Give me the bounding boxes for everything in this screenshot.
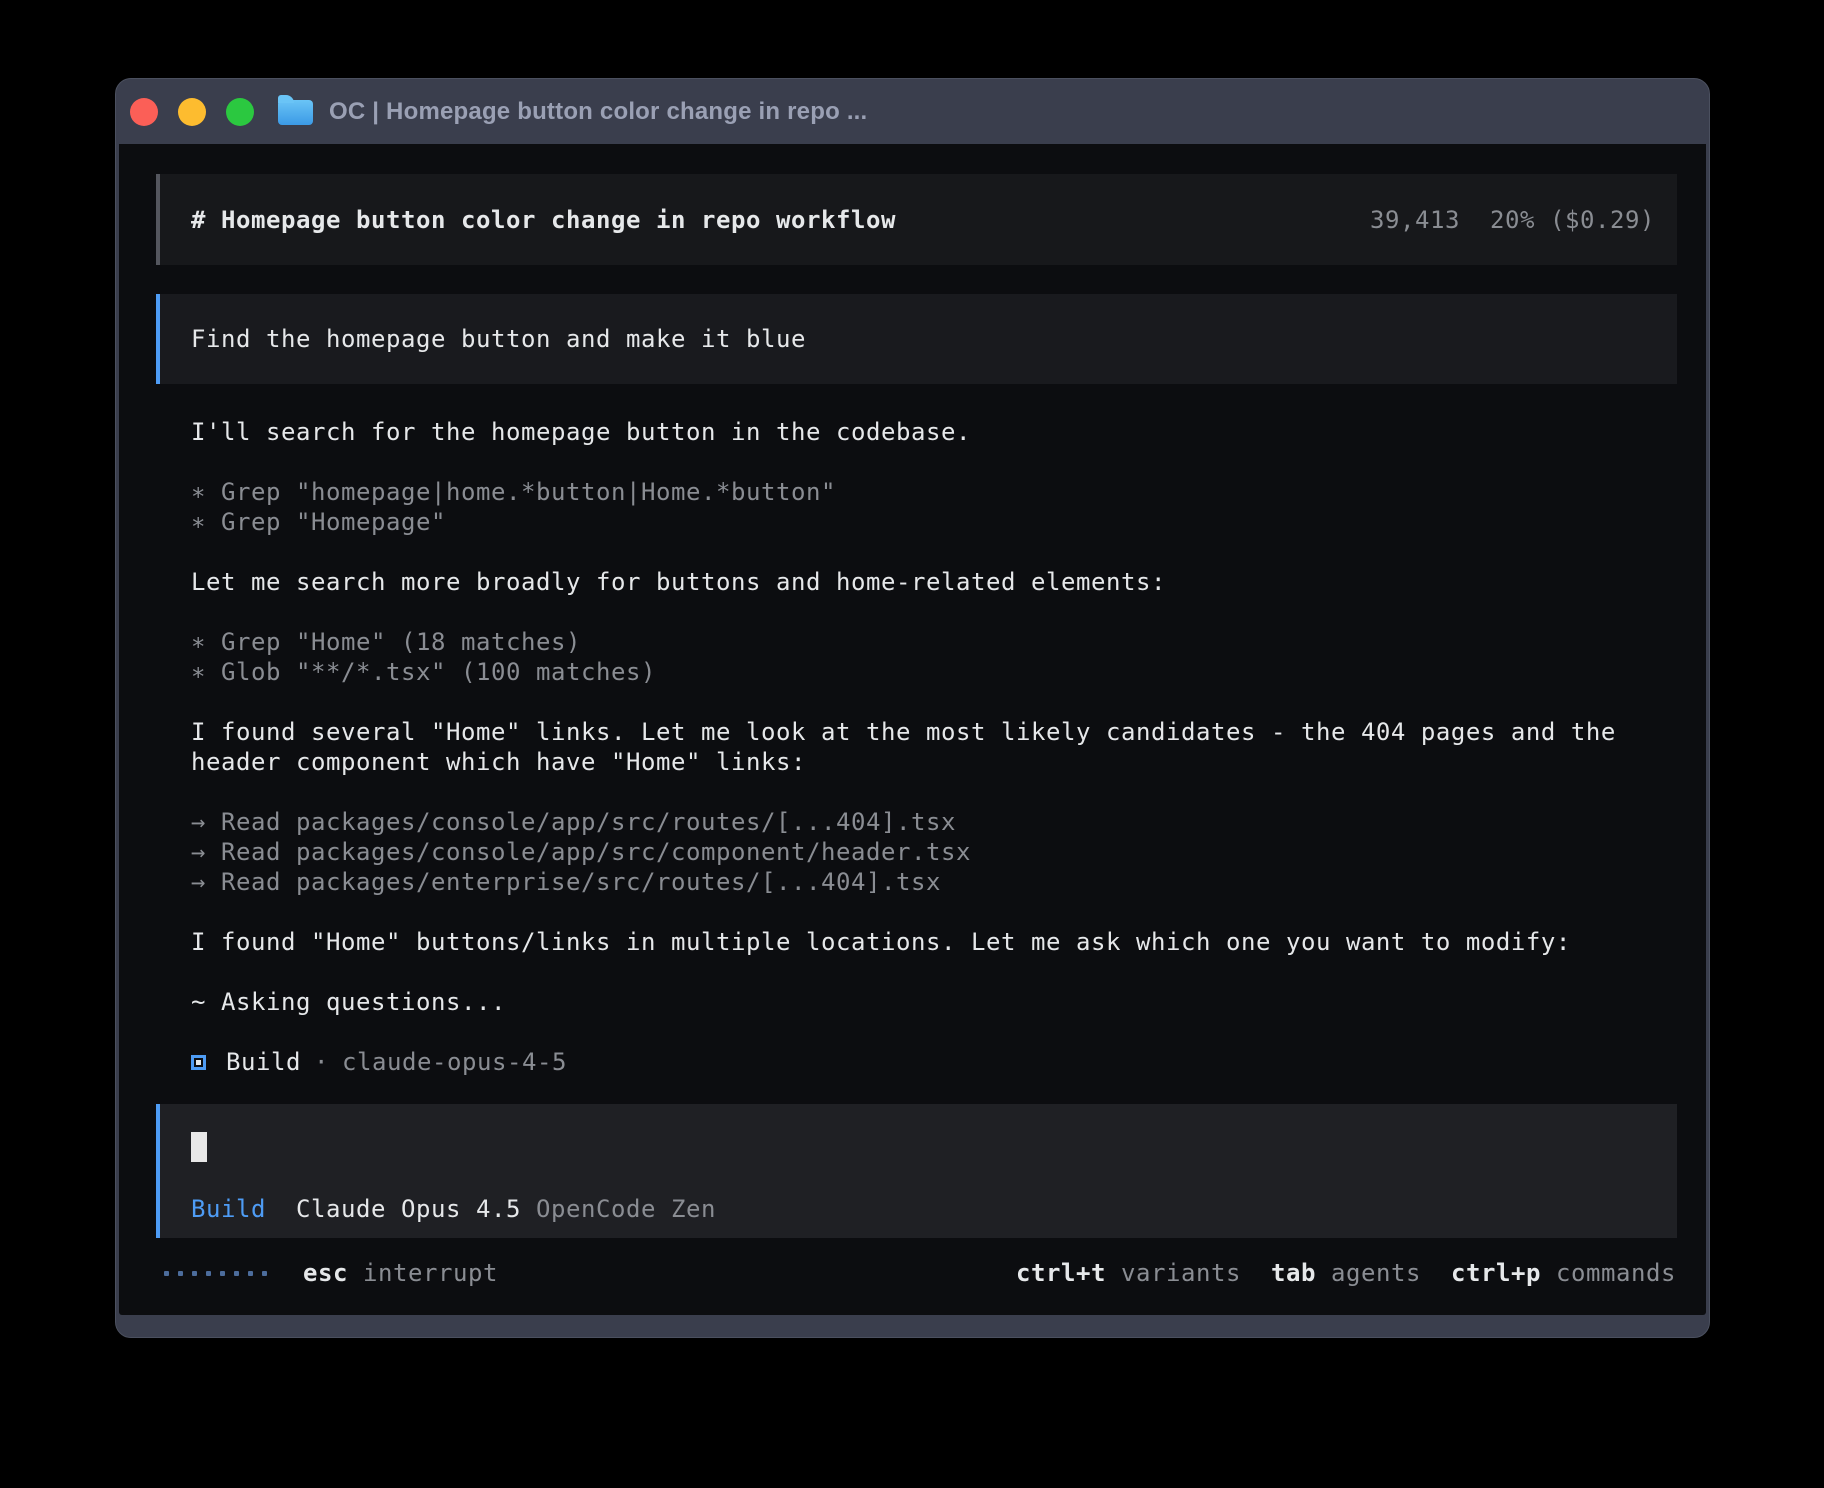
spinner-dot (262, 1271, 267, 1276)
shortcut-agents: tab agents (1271, 1259, 1421, 1287)
assistant-message-line: I'll search for the homepage button in t… (191, 417, 1616, 447)
interrupt-label: interrupt (363, 1259, 498, 1287)
shortcut-interrupt: esc interrupt (303, 1259, 498, 1287)
tool-call-read: → Read packages/console/app/src/componen… (191, 837, 1616, 867)
active-model-label[interactable]: Claude Opus 4.5 (296, 1194, 521, 1224)
prompt-input[interactable]: Build Claude Opus 4.5 OpenCode Zen (156, 1104, 1677, 1238)
blank-line (191, 957, 1616, 987)
close-window-button[interactable] (130, 98, 158, 126)
context-cost: 20% ($0.29) (1490, 206, 1655, 234)
agent-name: Build (226, 1048, 301, 1076)
blank-line (191, 1017, 1616, 1047)
window-title: OC | Homepage button color change in rep… (329, 98, 867, 126)
tool-call-read: → Read packages/console/app/src/routes/[… (191, 807, 1616, 837)
tool-call-glob: ∗ Glob "**/*.tsx" (100 matches) (191, 657, 1616, 687)
blank-line (191, 777, 1616, 807)
session-title: # Homepage button color change in repo w… (191, 206, 896, 234)
fullscreen-window-button[interactable] (226, 98, 254, 126)
key-hint: ctrl+t (1016, 1259, 1106, 1287)
session-stats: 39,413 20% ($0.29) (1370, 206, 1655, 234)
blank-line (191, 597, 1616, 627)
blank-line (191, 897, 1616, 927)
input-model-row: Build Claude Opus 4.5 OpenCode Zen (191, 1194, 716, 1224)
shortcut-commands: ctrl+p commands (1451, 1259, 1676, 1287)
agent-separator: · (314, 1048, 329, 1076)
chat-transcript: I'll search for the homepage button in t… (191, 417, 1616, 1077)
blank-line (191, 537, 1616, 567)
terminal-content: # Homepage button color change in repo w… (119, 144, 1706, 1315)
tool-call-read: → Read packages/enterprise/src/routes/[.… (191, 867, 1616, 897)
spinner-dot (206, 1271, 211, 1276)
window-titlebar[interactable]: OC | Homepage button color change in rep… (116, 79, 1709, 144)
working-spinner-dots (164, 1271, 267, 1276)
text-cursor (191, 1132, 207, 1162)
active-agent-label[interactable]: Build (191, 1194, 266, 1224)
spinner-dot (192, 1271, 197, 1276)
tool-call-grep: ∗ Grep "Homepage" (191, 507, 1616, 537)
token-count: 39,413 (1370, 206, 1460, 234)
status-asking-questions: ~ Asking questions... (191, 987, 1616, 1017)
spinner-dot (164, 1271, 169, 1276)
assistant-message-line: I found several "Home" links. Let me loo… (191, 717, 1616, 747)
esc-key-hint: esc (303, 1259, 348, 1287)
tool-call-grep: ∗ Grep "Home" (18 matches) (191, 627, 1616, 657)
key-label: commands (1556, 1259, 1676, 1287)
shortcut-variants: ctrl+t variants (1016, 1259, 1241, 1287)
status-bar: esc interrupt ctrl+t variants tab agents… (164, 1258, 1676, 1288)
agent-icon (191, 1055, 206, 1070)
shortcut-hints: ctrl+t variants tab agents ctrl+p comman… (1016, 1259, 1676, 1287)
folder-icon (278, 100, 313, 125)
spinner-dot (178, 1271, 183, 1276)
spinner-dot (220, 1271, 225, 1276)
model-provider-label: OpenCode Zen (536, 1194, 716, 1224)
user-message-block: Find the homepage button and make it blu… (156, 294, 1677, 384)
user-message-text: Find the homepage button and make it blu… (191, 325, 806, 353)
minimize-window-button[interactable] (178, 98, 206, 126)
terminal-window: OC | Homepage button color change in rep… (115, 78, 1710, 1338)
agent-status-row: Build · claude-opus-4-5 (191, 1047, 1616, 1077)
blank-line (191, 687, 1616, 717)
key-hint: ctrl+p (1451, 1259, 1541, 1287)
assistant-message-line: header component which have "Home" links… (191, 747, 1616, 777)
spinner-dot (234, 1271, 239, 1276)
key-hint: tab (1271, 1259, 1316, 1287)
key-label: agents (1331, 1259, 1421, 1287)
key-label: variants (1121, 1259, 1241, 1287)
agent-model: claude-opus-4-5 (342, 1048, 567, 1076)
session-header: # Homepage button color change in repo w… (156, 174, 1677, 265)
spinner-dot (248, 1271, 253, 1276)
stats-gap (1460, 206, 1490, 234)
assistant-message-line: Let me search more broadly for buttons a… (191, 567, 1616, 597)
tool-call-grep: ∗ Grep "homepage|home.*button|Home.*butt… (191, 477, 1616, 507)
blank-line (191, 447, 1616, 477)
assistant-message-line: I found "Home" buttons/links in multiple… (191, 927, 1616, 957)
